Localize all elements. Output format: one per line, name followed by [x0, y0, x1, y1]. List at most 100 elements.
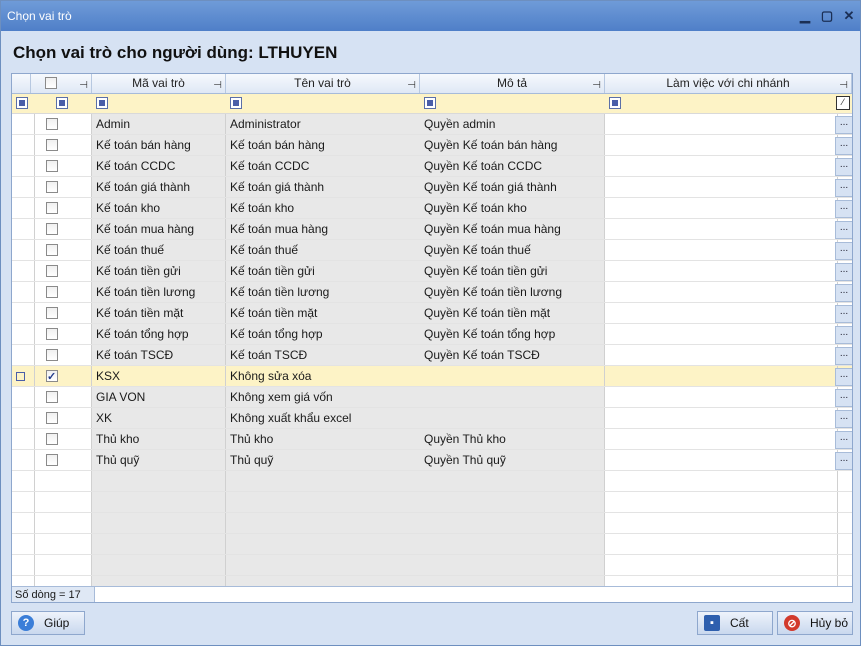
ten-vai-tro-cell[interactable]: Kế toán tiền mặt [226, 303, 421, 323]
row-select-cell[interactable] [31, 366, 92, 386]
lam-viec-cell[interactable] [605, 156, 838, 176]
ten-vai-tro-cell[interactable]: Kế toán tiền gửi [226, 261, 421, 281]
ten-vai-tro-cell[interactable]: Không xem giá vốn [226, 387, 421, 407]
lam-viec-cell[interactable] [605, 450, 838, 470]
ten-vai-tro-cell[interactable]: Không xuất khẩu excel [226, 408, 421, 428]
ma-vai-tro-cell[interactable]: Kế toán tiền gửi [92, 261, 226, 281]
ten-vai-tro-cell[interactable]: Thủ quỹ [226, 450, 421, 470]
branch-picker-cell[interactable]: ... [834, 366, 852, 386]
ellipsis-button[interactable]: ... [835, 284, 852, 302]
filter-icon[interactable] [96, 97, 108, 109]
ma-vai-tro-cell[interactable]: Kế toán giá thành [92, 177, 226, 197]
lam-viec-cell[interactable] [605, 324, 838, 344]
row-checkbox[interactable] [46, 286, 58, 298]
table-row[interactable]: Kế toán tiền mặt Kế toán tiền mặt Quyền Kế… [12, 303, 852, 324]
ellipsis-button[interactable]: ... [835, 431, 852, 449]
ellipsis-button[interactable]: ... [835, 368, 852, 386]
ellipsis-button[interactable]: ... [835, 200, 852, 218]
row-select-cell[interactable] [31, 282, 92, 302]
select-all-checkbox[interactable] [45, 77, 57, 89]
row-select-cell[interactable] [31, 303, 92, 323]
row-checkbox[interactable] [46, 223, 58, 235]
filter-icon[interactable] [230, 97, 242, 109]
table-row[interactable]: Admin Administrator Quyền admin... [12, 114, 852, 135]
mo-ta-cell[interactable]: Quyền Thủ quỹ [420, 450, 605, 470]
ma-vai-tro-cell[interactable]: Kế toán thuế [92, 240, 226, 260]
ellipsis-button[interactable]: ... [835, 305, 852, 323]
branch-picker-cell[interactable]: ... [834, 135, 852, 155]
header-ten-vai-tro[interactable]: Tên vai trò ⊣ [226, 74, 420, 93]
lam-viec-cell[interactable] [605, 114, 838, 134]
ten-vai-tro-cell[interactable]: Kế toán kho [226, 198, 421, 218]
filter-icon[interactable] [56, 97, 68, 109]
ma-vai-tro-cell[interactable]: Kế toán tiền lương [92, 282, 226, 302]
ma-vai-tro-cell[interactable]: GIA VON [92, 387, 226, 407]
row-checkbox[interactable] [46, 202, 58, 214]
row-checkbox[interactable] [46, 160, 58, 172]
row-checkbox[interactable] [46, 367, 58, 386]
row-select-cell[interactable] [31, 450, 92, 470]
ten-vai-tro-cell[interactable]: Kế toán bán hàng [226, 135, 421, 155]
row-checkbox[interactable] [46, 328, 58, 340]
header-mo-ta[interactable]: Mô tả ⊣ [420, 74, 605, 93]
ellipsis-button[interactable]: ... [835, 347, 852, 365]
table-row[interactable]: Kế toán CCDC Kế toán CCDC Quyền Kế toán CC… [12, 156, 852, 177]
mo-ta-cell[interactable]: Quyền Kế toán thuế [420, 240, 605, 260]
mo-ta-cell[interactable] [420, 387, 605, 407]
ma-vai-tro-cell[interactable]: Kế toán mua hàng [92, 219, 226, 239]
lam-viec-cell[interactable] [605, 303, 838, 323]
ellipsis-button[interactable]: ... [835, 221, 852, 239]
table-row[interactable]: XK Không xuất khẩu excel... [12, 408, 852, 429]
table-row[interactable]: Kế toán kho Kế toán kho Quyền Kế toán kho.… [12, 198, 852, 219]
ma-vai-tro-cell[interactable]: Admin [92, 114, 226, 134]
branch-picker-cell[interactable]: ... [834, 324, 852, 344]
ma-vai-tro-cell[interactable]: Kế toán kho [92, 198, 226, 218]
ellipsis-button[interactable]: ... [835, 263, 852, 281]
table-row[interactable]: KSXKhông sửa xóa... [12, 366, 852, 387]
mo-ta-cell[interactable]: Quyền Kế toán tiền gửi [420, 261, 605, 281]
mo-ta-cell[interactable]: Quyền admin [420, 114, 605, 134]
table-row[interactable]: Kế toán TSCĐ Kế toán TSCĐ Quyền Kế toán TS… [12, 345, 852, 366]
row-select-cell[interactable] [31, 324, 92, 344]
branch-picker-cell[interactable]: ... [834, 156, 852, 176]
ten-vai-tro-cell[interactable]: Kế toán tiền lương [226, 282, 421, 302]
lam-viec-cell[interactable] [605, 198, 838, 218]
ten-vai-tro-cell[interactable]: Kế toán CCDC [226, 156, 421, 176]
table-row[interactable]: Kế toán tiền lương Kế toán tiền lương Quyề… [12, 282, 852, 303]
branch-picker-cell[interactable]: ... [834, 240, 852, 260]
header-select-all[interactable]: ⊣ [31, 74, 92, 93]
lam-viec-cell[interactable] [605, 345, 838, 365]
ma-vai-tro-cell[interactable]: Kế toán tiền mặt [92, 303, 226, 323]
row-checkbox[interactable] [46, 265, 58, 277]
branch-picker-cell[interactable]: ... [834, 408, 852, 428]
mo-ta-cell[interactable]: Quyền Kế toán bán hàng [420, 135, 605, 155]
lam-viec-cell[interactable] [605, 240, 838, 260]
cancel-button[interactable]: ⊘ Hủy bỏ [777, 611, 853, 635]
lam-viec-cell[interactable] [605, 387, 838, 407]
ellipsis-button[interactable]: ... [835, 137, 852, 155]
ten-vai-tro-cell[interactable]: Administrator [226, 114, 421, 134]
branch-picker-cell[interactable]: ... [834, 114, 852, 134]
pin-icon[interactable]: ⊣ [79, 76, 88, 95]
row-checkbox[interactable] [46, 118, 58, 130]
branch-picker-cell[interactable]: ... [834, 345, 852, 365]
table-row[interactable]: Thủ kho Thủ kho Quyền Thủ kho... [12, 429, 852, 450]
row-checkbox[interactable] [46, 181, 58, 193]
table-row[interactable]: Kế toán bán hàng Kế toán bán hàng Quyền Kế… [12, 135, 852, 156]
lam-viec-cell[interactable] [605, 366, 838, 386]
branch-picker-cell[interactable]: ... [834, 261, 852, 281]
lam-viec-cell[interactable] [605, 177, 838, 197]
table-row[interactable]: Kế toán tổng hợp Kế toán tổng hợp Quyền Kế… [12, 324, 852, 345]
table-row[interactable]: Kế toán giá thành Kế toán giá thành Quyền … [12, 177, 852, 198]
table-row[interactable]: Kế toán mua hàng Kế toán mua hàng Quyền Kế… [12, 219, 852, 240]
help-button[interactable]: ? Giúp [11, 611, 85, 635]
row-checkbox[interactable] [46, 349, 58, 361]
ten-vai-tro-cell[interactable]: Không sửa xóa [226, 366, 421, 386]
ten-vai-tro-cell[interactable]: Kế toán thuế [226, 240, 421, 260]
filter-icon[interactable] [16, 97, 28, 109]
filter-icon[interactable] [609, 97, 621, 109]
ellipsis-button[interactable]: ... [835, 452, 852, 470]
filter-icon[interactable] [424, 97, 436, 109]
row-checkbox[interactable] [46, 454, 58, 466]
lam-viec-cell[interactable] [605, 282, 838, 302]
